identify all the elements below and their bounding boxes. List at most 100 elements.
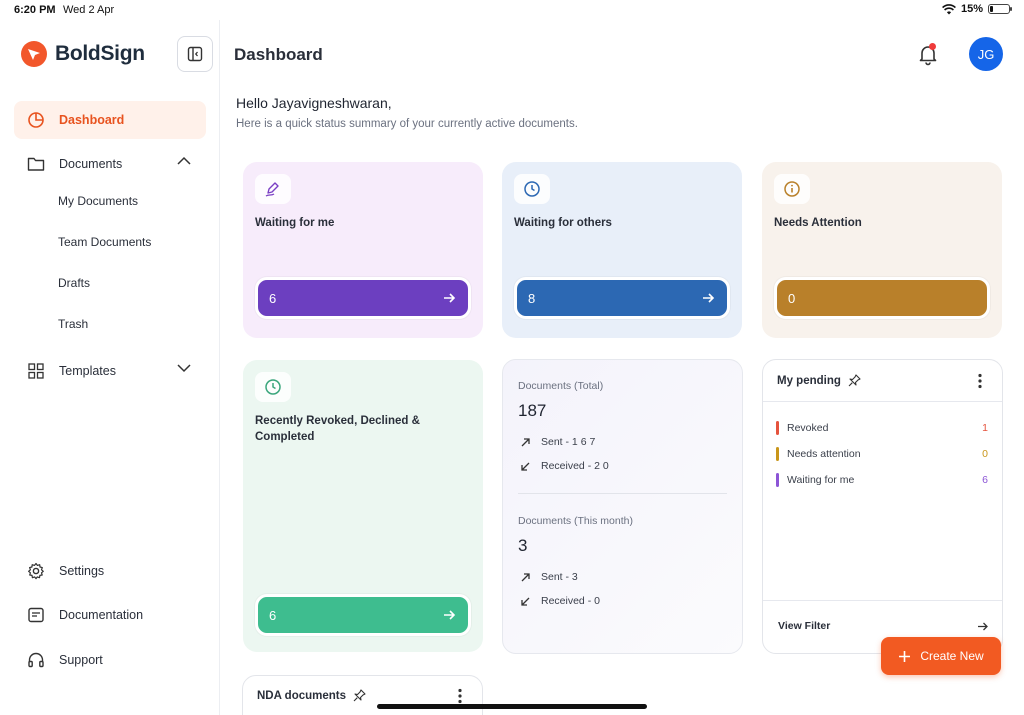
divider — [518, 493, 727, 494]
arrow-up-right-icon — [521, 437, 530, 446]
status-marker — [776, 473, 779, 487]
sidebar-item-documentation[interactable]: Documentation — [14, 596, 206, 634]
divider — [763, 401, 1002, 402]
boldsign-logo-icon — [21, 41, 47, 67]
more-vertical-icon[interactable] — [452, 687, 468, 705]
month-label: Documents (This month) — [518, 515, 633, 527]
card-title: My pending — [777, 374, 841, 387]
plus-icon — [899, 650, 911, 662]
my-pending-title: My pending — [777, 374, 861, 387]
pie-chart-icon — [27, 111, 45, 129]
view-filter-link[interactable]: View Filter — [778, 620, 830, 632]
recently-revoked-card[interactable]: Recently Revoked, Declined & Completed 6 — [243, 360, 483, 652]
status-bar: 6:20 PM Wed 2 Apr 15% — [0, 0, 1024, 20]
info-icon — [774, 174, 810, 204]
status-date: Wed 2 Apr — [63, 4, 115, 16]
sidebar-subitem-my-documents[interactable]: My Documents — [58, 194, 138, 208]
pen-sign-icon — [255, 174, 291, 204]
status-right: 15% — [942, 3, 1012, 15]
pending-count: 1 — [982, 422, 988, 434]
create-new-label: Create New — [920, 649, 984, 663]
brand-logo[interactable]: BoldSign — [21, 41, 145, 67]
pin-icon[interactable] — [353, 689, 366, 702]
total-received-row: Received - 2 0 — [520, 460, 609, 472]
card-count: 8 — [528, 290, 536, 306]
folder-icon — [27, 155, 45, 173]
sidebar-toggle-icon — [187, 46, 203, 62]
sidebar-item-label: Documentation — [59, 608, 144, 622]
sidebar-item-documents[interactable]: Documents — [14, 145, 206, 183]
status-marker — [776, 447, 779, 461]
sidebar-item-settings[interactable]: Settings — [14, 552, 206, 590]
sidebar-subitem-drafts[interactable]: Drafts — [58, 276, 90, 290]
sidebar-item-label: Dashboard — [59, 113, 125, 127]
sidebar-item-label: Documents — [59, 157, 123, 171]
app-root: 6:20 PM Wed 2 Apr 15% BoldSign Dashboard — [0, 0, 1024, 715]
card-count: 6 — [269, 290, 277, 306]
wifi-icon — [942, 3, 956, 14]
sidebar-item-dashboard[interactable]: Dashboard — [14, 101, 206, 139]
arrow-down-left-icon — [521, 597, 530, 606]
month-received: Received - 0 — [541, 595, 600, 607]
pending-label: Needs attention — [787, 448, 861, 460]
page-title: Dashboard — [234, 45, 323, 64]
greeting-subtitle: Here is a quick status summary of your c… — [236, 118, 578, 130]
needs-attention-count-button[interactable]: 0 — [774, 277, 990, 319]
home-indicator[interactable] — [377, 704, 647, 709]
sidebar-subitem-trash[interactable]: Trash — [58, 317, 88, 331]
sidebar-subitem-team-documents[interactable]: Team Documents — [58, 235, 151, 249]
waiting-for-me-card[interactable]: Waiting for me 6 — [243, 162, 483, 338]
month-value: 3 — [518, 536, 528, 555]
create-new-button[interactable]: Create New — [881, 637, 1001, 675]
pin-icon[interactable] — [848, 374, 861, 387]
bell-icon[interactable] — [916, 42, 940, 66]
grid-icon — [27, 362, 45, 380]
my-pending-card: My pending Revoked 1 Needs attention 0 W… — [762, 359, 1003, 654]
pending-row-revoked[interactable]: Revoked 1 — [776, 420, 988, 436]
battery-fill — [990, 6, 993, 12]
total-sent-row: Sent - 1 6 7 — [520, 436, 595, 448]
brand-name: BoldSign — [55, 42, 145, 65]
pending-row-needs-attention[interactable]: Needs attention 0 — [776, 446, 988, 462]
chevron-up-icon[interactable] — [176, 156, 192, 166]
sidebar-collapse-button[interactable] — [177, 36, 213, 72]
document-icon — [27, 606, 45, 624]
pending-row-waiting-for-me[interactable]: Waiting for me 6 — [776, 472, 988, 488]
waiting-for-me-count-button[interactable]: 6 — [255, 277, 471, 319]
card-title: Waiting for me — [255, 217, 335, 229]
card-title: Needs Attention — [774, 217, 862, 229]
arrow-down-left-icon — [521, 462, 530, 471]
chevron-down-icon[interactable] — [176, 363, 192, 373]
status-time: 6:20 PM — [14, 4, 56, 16]
waiting-for-others-card[interactable]: Waiting for others 8 — [502, 162, 742, 338]
arrow-right-icon — [444, 293, 456, 303]
sidebar-item-templates[interactable]: Templates — [14, 352, 206, 390]
card-title: NDA documents — [257, 689, 347, 702]
more-vertical-icon[interactable] — [972, 372, 988, 390]
arrow-right-icon[interactable] — [976, 620, 989, 633]
sidebar: BoldSign Dashboard Documents My Document… — [0, 20, 220, 715]
waiting-for-others-count-button[interactable]: 8 — [514, 277, 730, 319]
sidebar-item-label: Settings — [59, 564, 105, 578]
pending-count: 0 — [982, 448, 988, 460]
needs-attention-card[interactable]: Needs Attention 0 — [762, 162, 1002, 338]
card-count: 6 — [269, 607, 277, 623]
recently-revoked-count-button[interactable]: 6 — [255, 594, 471, 636]
greeting-title: Hello Jayavigneshwaran, — [236, 95, 392, 111]
arrow-right-icon — [703, 293, 715, 303]
avatar[interactable]: JG — [969, 37, 1003, 71]
month-sent: Sent - 3 — [541, 571, 578, 583]
sidebar-item-label: Support — [59, 653, 103, 667]
total-value: 187 — [518, 401, 547, 420]
sidebar-item-label: Templates — [59, 364, 116, 378]
battery-percent: 15% — [960, 3, 983, 15]
sidebar-item-support[interactable]: Support — [14, 641, 206, 679]
arrow-up-right-icon — [521, 572, 530, 581]
card-title: Waiting for others — [514, 217, 612, 229]
clock-icon — [514, 174, 550, 204]
arrow-right-icon — [444, 610, 456, 620]
card-title: Recently Revoked, Declined & Completed — [255, 415, 420, 443]
documents-totals-card: Documents (Total) 187 Sent - 1 6 7 Recei… — [502, 359, 743, 654]
notification-dot — [929, 43, 936, 50]
total-label: Documents (Total) — [518, 380, 604, 392]
